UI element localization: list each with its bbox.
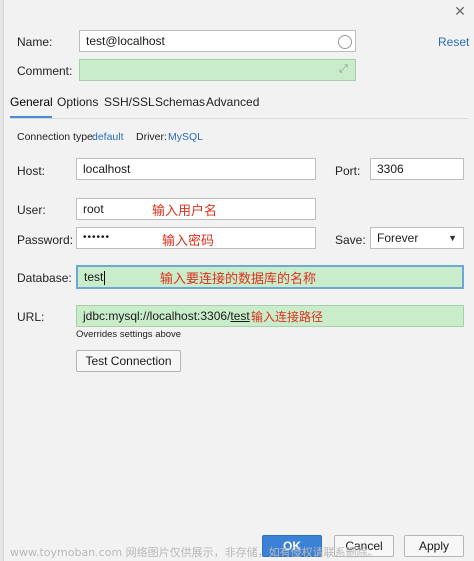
expand-icon[interactable]: ⤢	[339, 63, 348, 76]
window-left-edge	[0, 0, 4, 561]
url-override-note: Overrides settings above	[76, 329, 182, 340]
test-connection-button[interactable]: Test Connection	[76, 350, 181, 372]
driver-link[interactable]: MySQL	[168, 131, 203, 143]
driver-label: Driver:	[136, 131, 167, 143]
host-field[interactable]: localhost	[76, 158, 316, 180]
save-label: Save:	[335, 233, 366, 247]
save-select-value: Forever	[377, 231, 419, 245]
tab-options[interactable]: Options	[57, 95, 98, 109]
save-select[interactable]: Forever ▼	[370, 227, 464, 249]
connection-type-link[interactable]: default	[92, 131, 124, 143]
password-label: Password:	[17, 233, 74, 247]
tab-advanced[interactable]: Advanced	[206, 95, 259, 109]
comment-field[interactable]	[79, 59, 356, 81]
port-label: Port:	[335, 164, 361, 178]
clear-circle-icon[interactable]	[338, 35, 352, 49]
password-annotation: 输入密码	[162, 234, 215, 249]
name-field[interactable]: test@localhost	[79, 30, 356, 52]
database-value: test	[84, 270, 104, 284]
url-prefix: jdbc:mysql://localhost:3306/	[83, 309, 231, 323]
database-label: Database:	[17, 271, 72, 285]
url-database-part: test	[230, 309, 250, 323]
database-annotation: 输入要连接的数据库的名称	[160, 272, 317, 287]
port-field[interactable]: 3306	[370, 158, 464, 180]
text-cursor	[104, 270, 106, 285]
watermark-text: www.toymoban.com 网络图片仅供展示，非存储，如有侵权请联系删除。	[10, 546, 379, 559]
tab-general[interactable]: General	[10, 95, 53, 109]
connection-type-label: Connection type:	[17, 131, 96, 143]
apply-button[interactable]: Apply	[404, 535, 464, 557]
dropdown-arrow-icon: ▼	[448, 233, 457, 243]
url-label: URL:	[17, 310, 45, 324]
tabs-divider	[10, 118, 468, 119]
user-label: User:	[17, 203, 46, 217]
host-label: Host:	[17, 164, 46, 178]
comment-label: Comment:	[17, 64, 73, 78]
tab-ssh-ssl[interactable]: SSH/SSL	[104, 95, 155, 109]
close-icon[interactable]: ✕	[451, 2, 469, 20]
tab-schemas[interactable]: Schemas	[155, 95, 205, 109]
user-annotation: 输入用户名	[152, 204, 218, 219]
name-label: Name:	[17, 35, 53, 49]
url-annotation: 输入连接路径	[251, 310, 324, 324]
reset-link[interactable]: Reset	[438, 35, 469, 49]
